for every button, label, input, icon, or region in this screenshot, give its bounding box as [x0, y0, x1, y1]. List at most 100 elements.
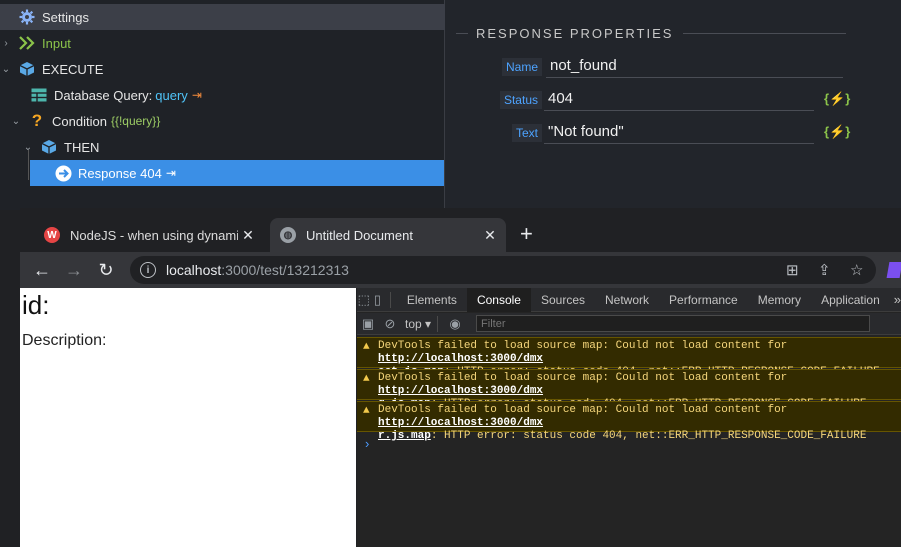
devtools-tab-console[interactable]: Console [466, 287, 531, 312]
chevron-down-icon[interactable]: ⌄ [0, 63, 12, 75]
double-chevron-icon [18, 34, 36, 52]
device-toolbar-icon[interactable]: ▯ [371, 292, 385, 308]
page-description: Description: [22, 332, 107, 349]
warning-icon: ▲ [363, 341, 370, 353]
forward-button[interactable]: → [62, 258, 86, 282]
console-filter-input[interactable] [476, 315, 871, 332]
status-field[interactable]: 404 [544, 87, 814, 111]
question-icon: ? [31, 111, 43, 130]
devtools-tabbar: ⬚ ▯ Elements Console Sources Network Per… [357, 287, 901, 312]
devtools-tab-memory[interactable]: Memory [748, 288, 811, 312]
warning-icon: ▲ [363, 405, 370, 417]
console-warning: ▲ DevTools failed to load source map: Co… [357, 401, 901, 442]
prop-row-name: Name not_found [446, 54, 866, 80]
source-link[interactable]: r.js.map [378, 430, 431, 442]
cube-icon [18, 60, 36, 78]
page-viewport: id: Description: [20, 288, 356, 547]
tab-nodejs[interactable]: W NodeJS - when using dynamic UR ✕ [34, 218, 264, 252]
sidebar-toggle-icon[interactable]: ▣ [357, 316, 379, 332]
inspect-icon[interactable]: ⬚ [357, 292, 371, 308]
tree-item-database-query[interactable]: Database Query: query ⇥ [0, 82, 445, 108]
tree-label-db-query-name: query [155, 87, 188, 103]
translate-icon[interactable]: ⊞ [786, 261, 799, 279]
info-icon[interactable]: i [140, 262, 156, 278]
cube-icon [40, 138, 58, 156]
console-prompt[interactable]: › [365, 436, 369, 451]
url-host: localhost [166, 262, 222, 278]
devtools-panel: ⬚ ▯ Elements Console Sources Network Per… [357, 287, 901, 547]
tree-item-then[interactable]: ⌄ THEN [0, 134, 445, 160]
devtools-tab-elements[interactable]: Elements [397, 288, 467, 312]
prop-row-text: Text "Not found" {⚡} [446, 120, 866, 146]
dynamic-data-icon[interactable]: {⚡} [824, 124, 850, 140]
tree-item-response[interactable]: Response 404 ⇥ [30, 160, 444, 186]
close-icon[interactable]: ✕ [480, 227, 500, 244]
output-icon: ⇥ [191, 88, 202, 102]
output-icon: ⇥ [165, 166, 176, 180]
chevron-down-icon[interactable]: ⌄ [10, 115, 22, 127]
devtools-tab-application[interactable]: Application [811, 288, 890, 312]
back-button[interactable]: ← [30, 258, 54, 282]
tree-label-db-query: Database Query: [54, 87, 153, 103]
tree-item-condition[interactable]: ⌄ ? Condition {{!query}} [0, 108, 445, 134]
console-messages: ▲ DevTools failed to load source map: Co… [357, 337, 901, 442]
wappler-favicon-icon: W [44, 227, 60, 243]
tree-label-condition-expr: {{!query}} [110, 114, 161, 128]
name-field[interactable]: not_found [546, 54, 843, 78]
tree-label-condition: Condition [52, 113, 107, 129]
prop-label-text: Text [511, 124, 542, 142]
tab-title: Untitled Document [306, 227, 413, 243]
dynamic-data-icon[interactable]: {⚡} [824, 91, 850, 107]
warning-icon: ▲ [363, 373, 370, 385]
source-link[interactable]: http://localhost:3000/dmx [378, 385, 543, 397]
console-toolbar: ▣ ⊘ top ▾ ◉ [357, 313, 901, 335]
tree-item-execute[interactable]: ⌄ EXECUTE [0, 56, 445, 82]
chevron-right-icon[interactable]: › [0, 37, 12, 49]
tree-label-response: Response 404 [78, 165, 162, 181]
clear-console-icon[interactable]: ⊘ [379, 316, 401, 332]
browser-window: W NodeJS - when using dynamic UR ✕ ◍ Unt… [20, 208, 901, 547]
reload-button[interactable]: ↻ [94, 258, 118, 282]
share-icon[interactable]: ⇪ [818, 261, 831, 279]
eye-icon[interactable]: ◉ [444, 316, 466, 332]
tab-title: NodeJS - when using dynamic UR [70, 227, 238, 243]
action-tree: Settings › Input ⌄ EXECUTE Database Quer… [0, 0, 445, 210]
close-icon[interactable]: ✕ [238, 227, 258, 244]
console-warning: ▲ DevTools failed to load source map: Co… [357, 337, 901, 378]
devtools-tab-network[interactable]: Network [595, 288, 659, 312]
properties-panel: RESPONSE PROPERTIES Name not_found Statu… [446, 0, 901, 210]
url-path: :3000/test/13212313 [221, 262, 349, 278]
more-tabs-icon[interactable]: » [894, 292, 901, 307]
prop-label-status: Status [499, 91, 542, 109]
browser-toolbar: ← → ↻ i localhost:3000/test/13212313 ⊞ ⇪… [20, 252, 901, 288]
devtools-tab-sources[interactable]: Sources [531, 288, 595, 312]
context-selector[interactable]: top ▾ [405, 317, 431, 331]
extension-icon[interactable] [886, 262, 901, 278]
tree-label-input: Input [42, 35, 71, 51]
url-text: localhost:3000/test/13212313 [166, 262, 349, 278]
arrow-right-circle-icon [54, 164, 72, 182]
tab-bar: W NodeJS - when using dynamic UR ✕ ◍ Unt… [20, 208, 901, 252]
tree-item-settings[interactable]: Settings [0, 4, 445, 30]
properties-title: RESPONSE PROPERTIES [456, 26, 846, 41]
globe-icon: ◍ [280, 227, 296, 243]
tree-label-then: THEN [64, 139, 100, 155]
tree-item-input[interactable]: › Input [0, 30, 445, 56]
tab-untitled[interactable]: ◍ Untitled Document ✕ [270, 218, 506, 252]
text-field[interactable]: "Not found" [544, 120, 814, 144]
ide-panel: Settings › Input ⌄ EXECUTE Database Quer… [0, 0, 901, 210]
gear-icon [18, 8, 36, 26]
bookmark-star-icon[interactable]: ☆ [850, 261, 863, 279]
address-bar[interactable]: i localhost:3000/test/13212313 ⊞ ⇪ ☆ [130, 256, 876, 284]
tree-label-execute: EXECUTE [42, 61, 104, 77]
properties-title-text: RESPONSE PROPERTIES [476, 26, 674, 41]
table-icon [30, 86, 48, 104]
tree-label-settings: Settings [42, 9, 89, 25]
source-link[interactable]: http://localhost:3000/dmx [378, 417, 543, 429]
source-link[interactable]: http://localhost:3000/dmx [378, 353, 543, 365]
prop-row-status: Status 404 {⚡} [446, 87, 866, 113]
page-heading: id: [22, 290, 50, 320]
tree-guide-line [28, 150, 29, 180]
devtools-tab-performance[interactable]: Performance [659, 288, 748, 312]
new-tab-button[interactable]: + [520, 222, 533, 246]
